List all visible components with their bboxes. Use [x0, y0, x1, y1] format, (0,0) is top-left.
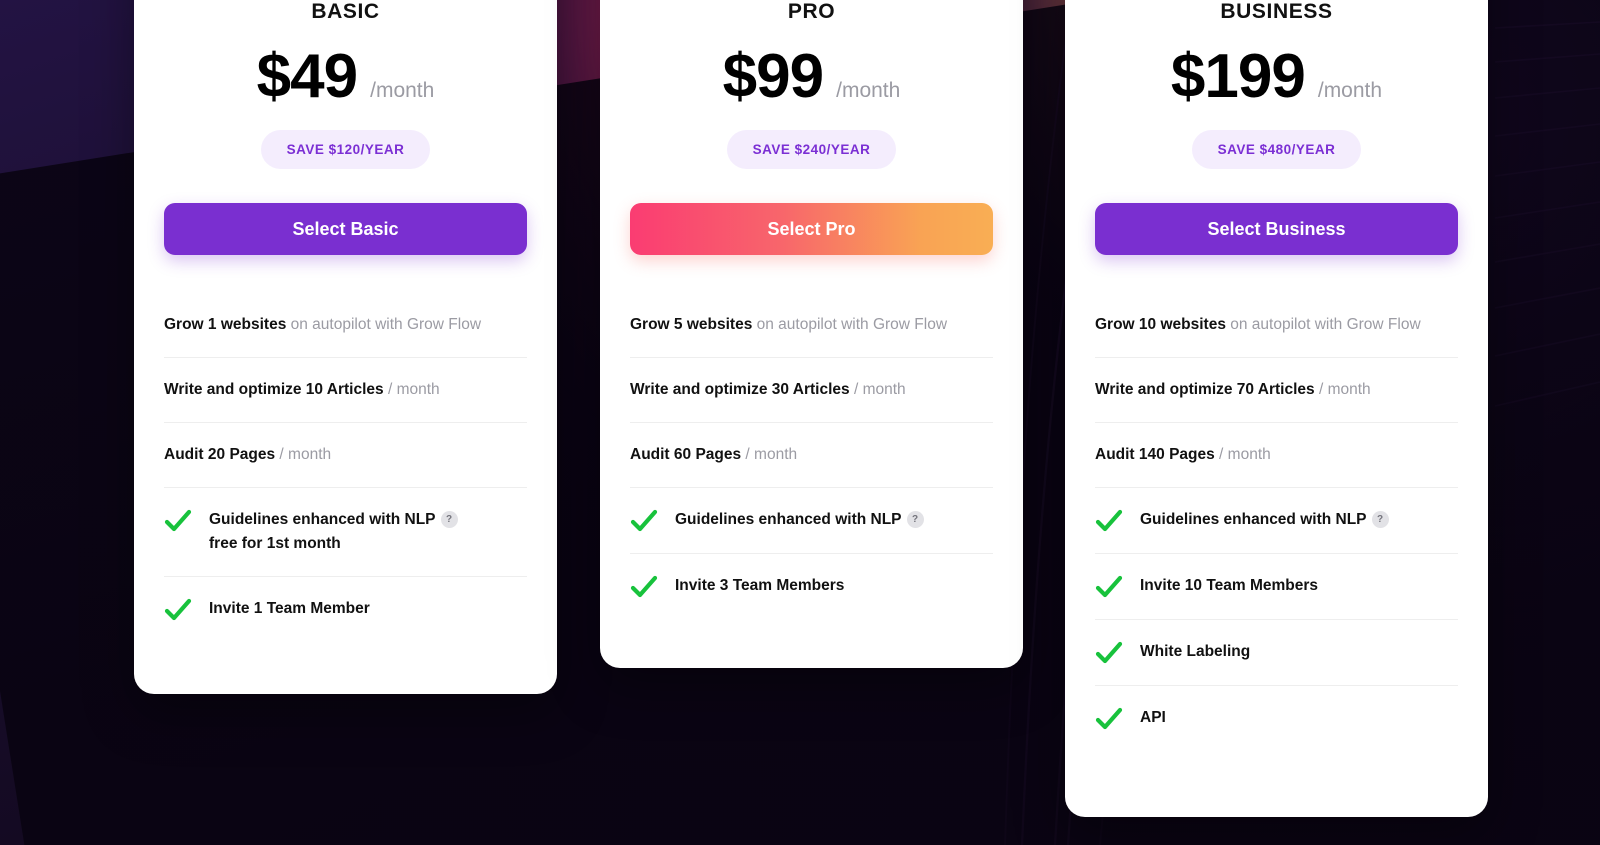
- feature-row: White Labeling: [1095, 620, 1458, 687]
- plan-name: BUSINESS: [1220, 0, 1333, 23]
- feature-bold-text: Guidelines enhanced with NLP: [1140, 511, 1367, 529]
- feature-row: Grow 5 websites on autopilot with Grow F…: [630, 293, 993, 359]
- check-icon: [1095, 641, 1123, 664]
- feature-muted-text: / month: [1214, 446, 1271, 464]
- feature-text: Audit 60 Pages / month: [630, 443, 797, 467]
- feature-text: Guidelines enhanced with NLP?: [1140, 508, 1389, 532]
- feature-bold-text: Audit 60 Pages: [630, 446, 742, 464]
- feature-text: White Labeling: [1140, 640, 1250, 664]
- feature-row: Guidelines enhanced with NLP?: [1095, 488, 1458, 555]
- feature-row: Guidelines enhanced with NLP?: [630, 488, 993, 555]
- check-icon: [630, 509, 658, 532]
- feature-muted-text: / month: [275, 446, 332, 464]
- feature-bold-text: White Labeling: [1140, 643, 1251, 661]
- check-icon: [164, 509, 192, 532]
- feature-bold-text: Grow 1 websites: [164, 316, 287, 333]
- features-list: Grow 10 websites on autopilot with Grow …: [1095, 293, 1458, 751]
- plan-period: /month: [1317, 79, 1383, 102]
- feature-row: Grow 1 websites on autopilot with Grow F…: [164, 293, 527, 359]
- save-badge: SAVE $120/YEAR: [260, 130, 431, 169]
- feature-text: Invite 3 Team Members: [675, 574, 844, 598]
- save-badge: SAVE $480/YEAR: [1191, 130, 1362, 169]
- feature-text: API: [1140, 706, 1166, 730]
- check-icon: [630, 575, 658, 598]
- feature-text: Write and optimize 30 Articles / month: [630, 378, 906, 402]
- feature-text: Guidelines enhanced with NLP? free for 1s…: [209, 508, 458, 556]
- feature-muted-text: on autopilot with Grow Flow: [1225, 316, 1421, 333]
- feature-text: Guidelines enhanced with NLP?: [675, 508, 924, 532]
- feature-muted-text: / month: [849, 381, 906, 399]
- feature-text: Audit 20 Pages / month: [164, 443, 331, 467]
- feature-row: Write and optimize 10 Articles / month: [164, 358, 527, 424]
- feature-text: Grow 5 websites on autopilot with Grow F…: [630, 313, 947, 337]
- help-tooltip-icon[interactable]: ?: [906, 511, 924, 529]
- feature-bold-text: Guidelines enhanced with NLP: [675, 511, 902, 529]
- features-list: Grow 5 websites on autopilot with Grow F…: [630, 293, 993, 619]
- feature-row: Audit 20 Pages / month: [164, 423, 527, 489]
- feature-bold-text: Audit 20 Pages: [164, 446, 276, 464]
- select-plan-button-pro[interactable]: Select Pro: [630, 203, 993, 255]
- feature-bold-text: Write and optimize 10 Articles: [164, 381, 384, 399]
- feature-row: Audit 140 Pages / month: [1095, 423, 1458, 489]
- feature-bold-text: Grow 5 websites: [630, 316, 753, 333]
- feature-text: Grow 1 websites on autopilot with Grow F…: [164, 313, 481, 337]
- feature-muted-text: / month: [383, 381, 440, 399]
- feature-bold-text: API: [1140, 709, 1166, 727]
- feature-row: Grow 10 websites on autopilot with Grow …: [1095, 293, 1458, 359]
- pricing-card-basic: BASIC $49/month SAVE $120/YEAR Select Basic…: [134, 0, 557, 694]
- plan-price: $99: [722, 42, 824, 111]
- pricing-card-pro: PRO $99/month SAVE $240/YEAR Select Pro Grow…: [600, 0, 1023, 668]
- plan-price: $49: [256, 42, 358, 111]
- feature-bold-text: Grow 10 websites: [1095, 316, 1226, 333]
- select-plan-button-business[interactable]: Select Business: [1095, 203, 1458, 255]
- feature-row: Write and optimize 70 Articles / month: [1095, 358, 1458, 424]
- check-icon: [164, 598, 192, 621]
- plan-name: PRO: [787, 0, 836, 23]
- plan-period: /month: [370, 79, 435, 102]
- feature-text: Write and optimize 10 Articles / month: [164, 378, 440, 402]
- feature-text: Audit 140 Pages / month: [1095, 443, 1271, 467]
- pricing-cards-container: BASIC $49/month SAVE $120/YEAR Select Basic…: [0, 0, 1600, 845]
- price-row: $49/month: [164, 46, 527, 108]
- feature-muted-text: on autopilot with Grow Flow: [286, 316, 482, 333]
- select-plan-button-basic[interactable]: Select Basic: [164, 203, 527, 255]
- pricing-card-business: BUSINESS $199/month SAVE $480/YEAR Select B…: [1065, 0, 1488, 817]
- feature-muted-text: on autopilot with Grow Flow: [752, 316, 948, 333]
- feature-muted-text: / month: [1314, 381, 1371, 399]
- feature-bold-text: Invite 1 Team Member: [209, 600, 370, 618]
- feature-text: Write and optimize 70 Articles / month: [1095, 378, 1371, 402]
- help-tooltip-icon[interactable]: ?: [1371, 511, 1389, 529]
- features-list: Grow 1 websites on autopilot with Grow F…: [164, 293, 527, 642]
- feature-row: Invite 10 Team Members: [1095, 554, 1458, 621]
- feature-row: API: [1095, 686, 1458, 751]
- check-icon: [1095, 575, 1123, 598]
- feature-row: Invite 3 Team Members: [630, 554, 993, 619]
- plan-period: /month: [836, 79, 901, 102]
- feature-bold-text: Invite 3 Team Members: [675, 577, 845, 595]
- price-row: $199/month: [1095, 46, 1458, 108]
- feature-bold-text: Guidelines enhanced with NLP: [209, 511, 436, 529]
- price-row: $99/month: [630, 46, 993, 108]
- check-icon: [1095, 509, 1123, 532]
- plan-price: $199: [1170, 42, 1306, 111]
- feature-muted-text: / month: [741, 446, 798, 464]
- save-badge: SAVE $240/YEAR: [726, 130, 897, 169]
- feature-row: Audit 60 Pages / month: [630, 423, 993, 489]
- plan-name: BASIC: [311, 0, 380, 23]
- check-icon: [1095, 707, 1123, 730]
- feature-text: Invite 1 Team Member: [209, 597, 370, 621]
- feature-row: Invite 1 Team Member: [164, 577, 527, 642]
- feature-bold-text: Write and optimize 70 Articles: [1095, 381, 1315, 399]
- feature-text: Grow 10 websites on autopilot with Grow …: [1095, 313, 1421, 337]
- feature-text: Invite 10 Team Members: [1140, 574, 1318, 598]
- feature-bold-text: Audit 140 Pages: [1095, 446, 1215, 464]
- feature-bold-text: Write and optimize 30 Articles: [630, 381, 850, 399]
- feature-bold-text: Invite 10 Team Members: [1140, 577, 1319, 595]
- feature-row: Guidelines enhanced with NLP? free for 1s…: [164, 488, 527, 578]
- feature-row: Write and optimize 30 Articles / month: [630, 358, 993, 424]
- help-tooltip-icon[interactable]: ?: [440, 511, 458, 529]
